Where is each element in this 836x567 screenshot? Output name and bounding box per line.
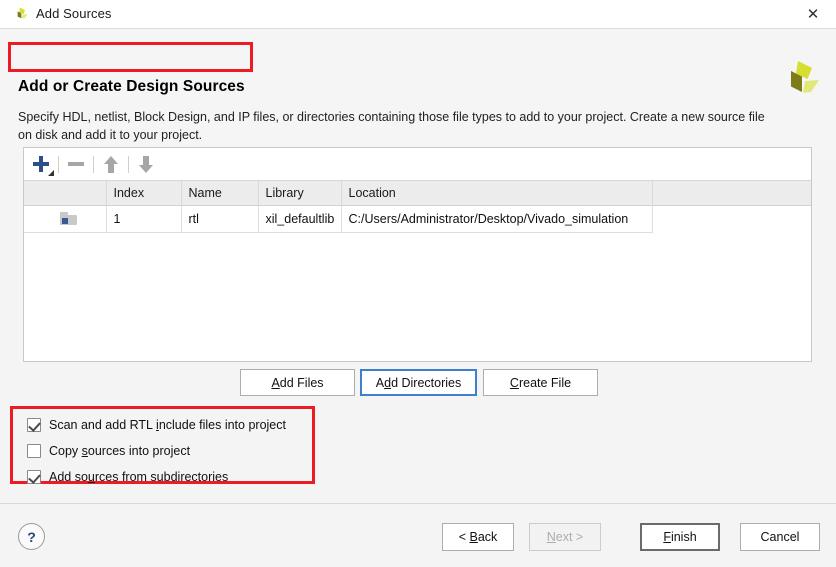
create-file-label: Create File bbox=[509, 375, 572, 390]
column-header-index[interactable]: Index bbox=[106, 181, 182, 206]
chevron-down-icon bbox=[48, 169, 54, 176]
column-header-library[interactable]: Library bbox=[258, 181, 342, 206]
option-copy-sources[interactable]: Copy sources into project bbox=[27, 438, 317, 464]
options-group: Scan and add RTL include files into proj… bbox=[27, 412, 317, 490]
cancel-button[interactable]: Cancel bbox=[740, 523, 820, 551]
cell-location: C:/Users/Administrator/Desktop/Vivado_si… bbox=[341, 205, 653, 233]
back-button[interactable]: < Back bbox=[442, 523, 514, 551]
remove-source-button[interactable] bbox=[59, 149, 93, 180]
column-header-location[interactable]: Location bbox=[341, 181, 653, 206]
title-bar: Add Sources ✕ bbox=[0, 0, 836, 29]
option-scan-rtl-include[interactable]: Scan and add RTL include files into proj… bbox=[27, 412, 317, 438]
move-up-button[interactable] bbox=[94, 149, 128, 180]
checkbox-scan-rtl-include[interactable] bbox=[27, 418, 41, 432]
cell-name: rtl bbox=[181, 205, 259, 233]
close-icon[interactable]: ✕ bbox=[790, 0, 836, 29]
row-folder-icon-cell bbox=[24, 205, 107, 233]
cell-filler bbox=[652, 205, 811, 232]
folder-icon bbox=[59, 212, 77, 225]
cancel-label: Cancel bbox=[760, 530, 800, 544]
minus-icon bbox=[68, 162, 84, 166]
next-label: Next > bbox=[546, 530, 584, 544]
xilinx-logo-icon-large bbox=[774, 59, 822, 103]
sources-toolbar bbox=[24, 148, 811, 181]
arrow-down-icon bbox=[139, 155, 153, 173]
option-copy-sources-label: Copy sources into project bbox=[49, 444, 191, 458]
cell-index: 1 bbox=[106, 205, 182, 233]
add-directories-button[interactable]: Add Directories bbox=[360, 369, 477, 396]
page-title: Add or Create Design Sources bbox=[18, 78, 245, 95]
arrow-up-icon bbox=[104, 155, 118, 173]
window-title: Add Sources bbox=[36, 6, 112, 21]
add-source-button[interactable] bbox=[24, 149, 58, 180]
option-scan-rtl-include-label: Scan and add RTL include files into proj… bbox=[49, 418, 286, 432]
xilinx-logo-icon bbox=[11, 6, 29, 24]
back-label: < Back bbox=[458, 530, 498, 544]
column-header-icon[interactable] bbox=[24, 181, 107, 206]
add-files-label: Add Files bbox=[271, 375, 324, 390]
sources-table: Index Name Library Location 1 rtl xil_de… bbox=[24, 181, 811, 233]
next-button: Next > bbox=[529, 523, 601, 551]
column-header-filler bbox=[652, 181, 811, 206]
finish-label: Finish bbox=[663, 530, 697, 544]
cell-library: xil_defaultlib bbox=[258, 205, 342, 233]
add-sources-dialog: Add Sources ✕ Add or Create Design Sourc… bbox=[0, 0, 836, 567]
table-row[interactable]: 1 rtl xil_defaultlib C:/Users/Administra… bbox=[24, 205, 811, 233]
footer-divider bbox=[0, 503, 836, 504]
help-label: ? bbox=[27, 528, 36, 545]
sources-panel: Index Name Library Location 1 rtl xil_de… bbox=[23, 147, 812, 362]
add-directories-label: Add Directories bbox=[375, 375, 462, 390]
create-file-button[interactable]: Create File bbox=[483, 369, 598, 396]
help-icon[interactable]: ? bbox=[18, 523, 45, 550]
column-header-name[interactable]: Name bbox=[181, 181, 259, 206]
checkbox-add-subdirectories[interactable] bbox=[27, 470, 41, 484]
option-add-subdirectories-label: Add sources from subdirectories bbox=[49, 470, 229, 484]
option-add-subdirectories[interactable]: Add sources from subdirectories bbox=[27, 464, 317, 490]
page-description: Specify HDL, netlist, Block Design, and … bbox=[18, 110, 765, 142]
checkbox-copy-sources[interactable] bbox=[27, 444, 41, 458]
finish-button[interactable]: Finish bbox=[640, 523, 720, 551]
dialog-header: Add or Create Design Sources Specify HDL… bbox=[0, 30, 836, 160]
move-down-button[interactable] bbox=[129, 149, 163, 180]
add-files-button[interactable]: Add Files bbox=[240, 369, 355, 396]
table-header-row: Index Name Library Location bbox=[24, 181, 811, 206]
